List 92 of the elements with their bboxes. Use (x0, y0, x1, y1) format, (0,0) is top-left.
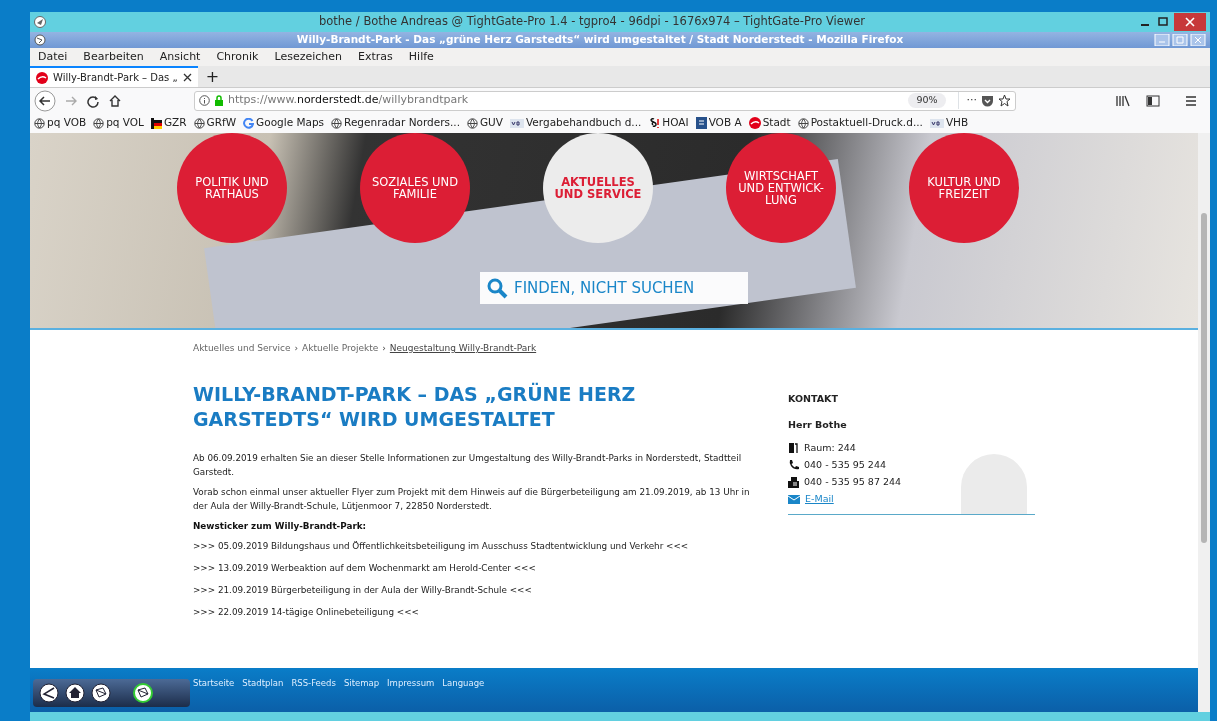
search-icon (486, 277, 508, 299)
bookmark[interactable]: Postaktuell-Druck.d... (797, 115, 923, 131)
vob-icon (929, 118, 944, 128)
footer-link[interactable]: Impressum (387, 677, 435, 712)
bookmark[interactable]: Vergabehandbuch d... (510, 115, 642, 131)
newsticker-item: >>> 22.09.2019 14-tägige Onlinebeteiligung <<< (193, 606, 420, 620)
site-icon (36, 71, 48, 84)
app-icon[interactable] (34, 16, 46, 28)
contact-detail: 040 - 535 95 244 (804, 457, 886, 472)
bookmark[interactable]: GRfW (193, 115, 237, 131)
lock-icon[interactable] (214, 95, 224, 106)
bookmark[interactable]: VOB A (695, 115, 742, 131)
search-field[interactable]: FINDEN, NICHT SUCHEN (480, 272, 748, 304)
contact-detail: 040 - 535 95 87 244 (804, 475, 902, 489)
menu-item[interactable]: Lesezeichen (266, 48, 351, 66)
menu-item[interactable]: Bearbeiten (75, 48, 152, 66)
sidebar-icon[interactable] (1146, 94, 1160, 107)
breadcrumb-separator: › (382, 342, 386, 355)
breadcrumb-separator: › (294, 342, 299, 355)
fax-icon (788, 476, 799, 488)
network-icon[interactable] (91, 683, 111, 703)
document-icon (695, 117, 707, 129)
newsticker-heading: Newsticker zum Willy-Brandt-Park: (193, 520, 368, 534)
nav-circle[interactable]: POLITIK UND RATHAUS (177, 133, 287, 243)
bookmark[interactable]: Stadt (748, 115, 791, 131)
contact-name: Herr Bothe (788, 418, 848, 433)
info-icon[interactable] (199, 95, 210, 106)
maximize-icon[interactable] (1156, 16, 1170, 28)
nav-circle[interactable]: KULTUR UND FREIZEIT (909, 133, 1019, 243)
zoom-level[interactable]: 90% (908, 93, 946, 108)
menu-item[interactable]: Datei (30, 48, 76, 66)
bookmark[interactable]: Regenradar Norders... (331, 115, 460, 131)
bookmark[interactable]: pq VOB (34, 115, 87, 131)
phone-icon (788, 459, 799, 471)
breadcrumb-link[interactable]: Aktuelles und Service (193, 342, 291, 356)
library-icon[interactable] (1116, 94, 1130, 107)
flag-icon (150, 117, 162, 129)
network-icon[interactable] (133, 683, 153, 703)
browser-tab[interactable]: Willy-Brandt-Park – Das „ (30, 66, 198, 87)
menu-item[interactable]: Hilfe (400, 48, 442, 66)
bookmark[interactable]: HOAI (648, 115, 689, 131)
door-icon (788, 442, 799, 454)
vob-icon (510, 118, 524, 128)
home-icon[interactable] (65, 683, 85, 703)
browser-title: Willy-Brandt-Park - Das „grüne Herz Garstedts“ wird umgestaltet / Stadt Norderstedt - Mozilla Firefox (295, 32, 905, 48)
footer-link[interactable]: Sitemap (343, 677, 380, 712)
email-link[interactable]: E-Mail (805, 492, 834, 507)
flyer-link[interactable]: Flyer (351, 486, 374, 497)
site-icon (748, 117, 761, 129)
close-icon[interactable] (182, 73, 192, 82)
newsticker-item: >>> 05.09.2019 Bildungshaus und Öffentlichkeitsbeteiligung im Ausschuss Stadtentwicklung und Verkehr <<< (193, 540, 690, 554)
bookmark[interactable]: Google Maps (243, 115, 325, 131)
avatar-silhouette (961, 453, 1027, 514)
nav-circle[interactable]: SOZIALES UND FAMILIE (360, 133, 470, 243)
breadcrumb-link[interactable]: Aktuelle Projekte (302, 342, 379, 356)
home-icon[interactable] (108, 93, 122, 108)
bookmark[interactable]: GZR (150, 115, 187, 131)
back-icon[interactable] (34, 89, 56, 112)
nav-circle[interactable]: AKTUELLES UND SERVICE (543, 133, 653, 243)
footer-link[interactable]: Stadtplan (242, 677, 284, 712)
paragraph-sign-icon (648, 117, 661, 129)
star-icon[interactable] (998, 94, 1011, 107)
footer-link[interactable]: RSS-Feeds (291, 677, 336, 712)
contact-heading: KONTAKT (788, 392, 839, 406)
new-tab-button[interactable]: + (197, 66, 228, 87)
page-actions-button[interactable]: ··· (957, 92, 977, 109)
contact-detail: Raum: 244 (804, 440, 856, 455)
menu-item[interactable]: Extras (350, 48, 401, 66)
menu-item[interactable]: Chronik (208, 48, 267, 66)
page-heading: WILLY-BRANDT-PARK – DAS „GRÜNE HERZ GARSTEDTS“ WIRD UMGESTALTET (193, 381, 637, 433)
url-text: https://www.norderstedt.de/willybrandtpark (228, 92, 470, 109)
g-logo-icon (243, 117, 255, 129)
reload-icon[interactable] (86, 93, 100, 108)
nav-circle[interactable]: WIRTSCHAFT UND ENTWICK-LUNG (726, 133, 836, 243)
flyer-paragraph: Vorab schon einmal unser aktueller Flyer zum Projekt mit dem Hinweis auf die Bürgerbeteiligung am 21.09.2019, ab 13 Uhr in der Aula der Willy-Brandt-Schule, Lütjenmoor 7, 22850 Norderstedt. (193, 485, 751, 513)
address-bar[interactable]: https://www.norderstedt.de/willybrandtpark 90% ··· (194, 90, 1016, 111)
window-title: bothe / Bothe Andreas @ TightGate-Pro 1.4 - tgpro4 - 96dpi - 1676x974 – TightGate-Pro Viewer (318, 13, 866, 31)
newsticker-item: >>> 13.09.2019 Werbeaktion auf dem Wochenmarkt am Herold-Center <<< (193, 562, 537, 576)
bookmark[interactable]: pq VOL (93, 115, 144, 131)
newsticker-item: >>> 21.09.2019 Bürgerbeteiligung in der Aula der Willy-Brandt-Schule <<< (193, 584, 533, 598)
scrollbar[interactable] (1198, 133, 1210, 712)
footer-link[interactable]: Language (442, 677, 485, 712)
intro-paragraph: Ab 06.09.2019 erhalten Sie an dieser Stelle Informationen zur Umgestaltung des Willy-Brandt-Parks in Norderstedt, Stadtteil Garstedt. (193, 451, 743, 479)
pocket-icon[interactable] (981, 94, 994, 107)
bookmark[interactable]: GUV (467, 115, 503, 131)
menu-item[interactable]: Ansicht (151, 48, 209, 66)
bookmark[interactable]: VHB (929, 115, 969, 131)
menu-icon[interactable] (1184, 94, 1198, 107)
breadcrumb-link[interactable]: Neugestaltung Willy-Brandt-Park (389, 342, 537, 356)
envelope-icon (788, 494, 800, 504)
footer-link[interactable]: Startseite (193, 677, 235, 712)
tab-label: Willy-Brandt-Park – Das „ (53, 71, 178, 85)
